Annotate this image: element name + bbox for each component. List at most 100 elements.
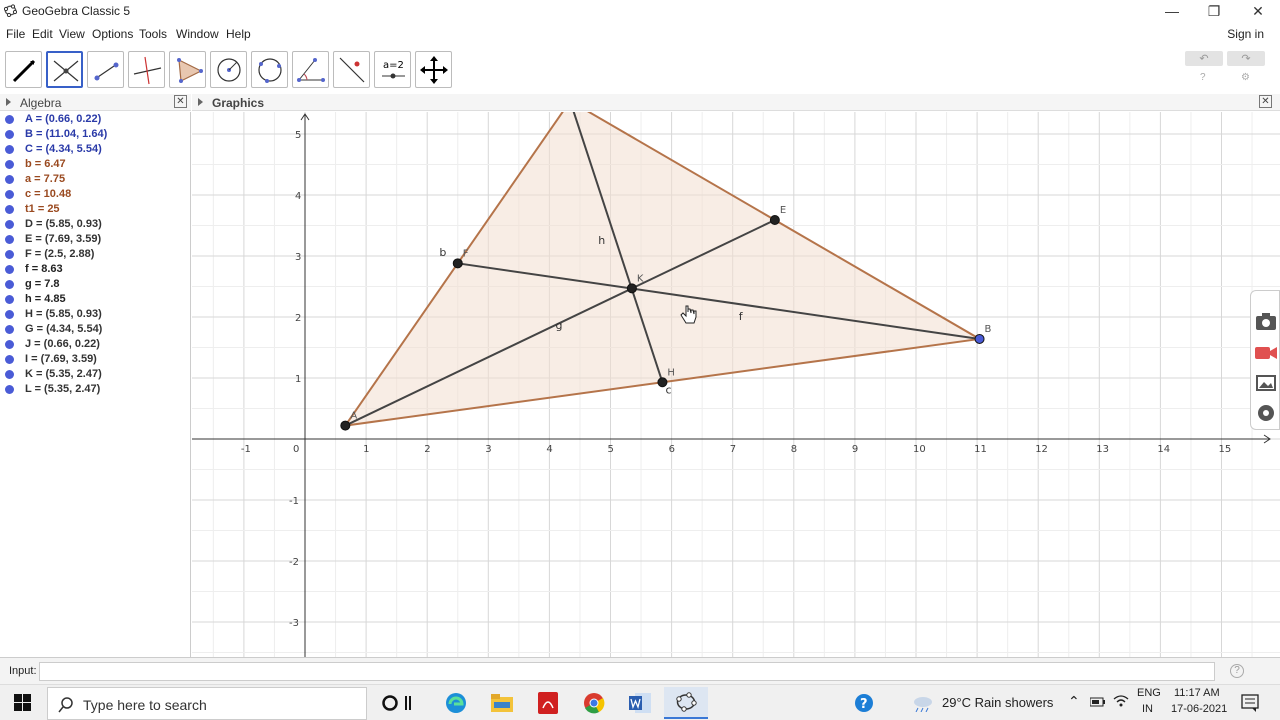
algebra-row[interactable]: J = (0.66, 0.22) — [0, 337, 190, 352]
clock-time[interactable]: 11:17 AM — [1174, 687, 1220, 699]
algebra-row[interactable]: G = (4.34, 5.54) — [0, 322, 190, 337]
algebra-row[interactable]: t1 = 25 — [0, 202, 190, 217]
menu-edit[interactable]: Edit — [32, 27, 53, 41]
algebra-row[interactable]: h = 4.85 — [0, 292, 190, 307]
graphics-panel-header[interactable]: Graphics ✕ — [192, 94, 1280, 111]
input-field[interactable] — [39, 662, 1215, 681]
expand-arrow-icon[interactable] — [6, 98, 11, 106]
visibility-toggle-icon[interactable] — [5, 265, 14, 274]
point-B[interactable] — [974, 333, 985, 344]
video-icon[interactable] — [1254, 341, 1278, 365]
geogebra-taskbar-icon[interactable] — [664, 687, 708, 719]
graphics-canvas[interactable]: -1 0 1 2 3 4 5 6 7 8 9 10 11 12 13 14 15-3-2-112345gfhbc… — [192, 112, 1280, 657]
algebra-row[interactable]: D = (5.85, 0.93) — [0, 217, 190, 232]
algebra-row[interactable]: L = (5.35, 2.47) — [0, 382, 190, 397]
visibility-toggle-icon[interactable] — [5, 355, 14, 364]
language-indicator[interactable]: ENG — [1137, 687, 1161, 699]
point-A[interactable] — [340, 420, 351, 431]
visibility-toggle-icon[interactable] — [5, 325, 14, 334]
close-algebra-button[interactable]: ✕ — [174, 95, 187, 108]
close-graphics-button[interactable]: ✕ — [1259, 95, 1272, 108]
algebra-row[interactable]: g = 7.8 — [0, 277, 190, 292]
menu-file[interactable]: File — [6, 27, 25, 41]
point-D[interactable] — [657, 377, 668, 388]
windows-start-icon[interactable] — [14, 694, 31, 711]
reflect-tool-button[interactable] — [333, 51, 370, 88]
point-F[interactable] — [452, 258, 463, 269]
visibility-toggle-icon[interactable] — [5, 340, 14, 349]
weather-text[interactable]: 29°C Rain showers — [942, 695, 1053, 710]
algebra-row[interactable]: C = (4.34, 5.54) — [0, 142, 190, 157]
visibility-toggle-icon[interactable] — [5, 235, 14, 244]
point-K[interactable] — [626, 283, 637, 294]
visibility-toggle-icon[interactable] — [5, 295, 14, 304]
input-help-icon[interactable]: ? — [1230, 664, 1244, 678]
visibility-toggle-icon[interactable] — [5, 130, 14, 139]
algebra-row[interactable]: a = 7.75 — [0, 172, 190, 187]
algebra-panel-header[interactable]: Algebra ✕ — [0, 94, 191, 111]
algebra-row[interactable]: B = (11.04, 1.64) — [0, 127, 190, 142]
taskbar-search-box[interactable]: Type here to search — [47, 687, 367, 720]
battery-icon[interactable] — [1090, 697, 1106, 707]
visibility-toggle-icon[interactable] — [5, 385, 14, 394]
algebra-row[interactable]: A = (0.66, 0.22) — [0, 112, 190, 127]
graphics-view[interactable]: -1 0 1 2 3 4 5 6 7 8 9 10 11 12 13 14 15 -3 -2 -1 1 2 3 4 5 g f h b c… — [192, 112, 1280, 657]
visibility-toggle-icon[interactable] — [5, 145, 14, 154]
acrobat-icon[interactable] — [526, 687, 570, 719]
visibility-toggle-icon[interactable] — [5, 175, 14, 184]
minimize-button[interactable]: — — [1150, 0, 1194, 22]
algebra-row[interactable]: F = (2.5, 2.88) — [0, 247, 190, 262]
undo-button[interactable]: ↶ — [1185, 51, 1223, 66]
visibility-toggle-icon[interactable] — [5, 250, 14, 259]
clock-date[interactable]: 17-06-2021 — [1171, 703, 1227, 715]
camera-icon[interactable] — [1254, 309, 1278, 333]
conic-tool-button[interactable] — [251, 51, 288, 88]
visibility-toggle-icon[interactable] — [5, 190, 14, 199]
algebra-row[interactable]: b = 6.47 — [0, 157, 190, 172]
line-tool-button[interactable] — [87, 51, 124, 88]
region-indicator[interactable]: IN — [1142, 703, 1153, 715]
visibility-toggle-icon[interactable] — [5, 115, 14, 124]
chrome-icon[interactable] — [572, 687, 616, 719]
polygon-tool-button[interactable] — [169, 51, 206, 88]
wifi-icon[interactable] — [1113, 694, 1129, 708]
task-view-icon[interactable] — [398, 687, 418, 719]
algebra-row[interactable]: f = 8.63 — [0, 262, 190, 277]
help-icon[interactable]: ? — [1200, 72, 1206, 83]
file-explorer-icon[interactable] — [480, 687, 524, 719]
visibility-toggle-icon[interactable] — [5, 280, 14, 289]
circle-tool-button[interactable] — [210, 51, 247, 88]
expand-arrow-icon[interactable] — [198, 98, 203, 106]
menu-view[interactable]: View — [59, 27, 85, 41]
algebra-row[interactable]: E = (7.69, 3.59) — [0, 232, 190, 247]
gallery-icon[interactable] — [1254, 371, 1278, 395]
visibility-toggle-icon[interactable] — [5, 220, 14, 229]
tray-chevron-up-icon[interactable]: ⌃ — [1068, 693, 1080, 710]
algebra-row[interactable]: c = 10.48 — [0, 187, 190, 202]
point-E[interactable] — [769, 215, 780, 226]
sign-in-link[interactable]: Sign in — [1227, 27, 1264, 41]
menu-options[interactable]: Options — [92, 27, 133, 41]
edge-browser-icon[interactable] — [434, 687, 478, 719]
restore-button[interactable]: ❐ — [1192, 0, 1236, 22]
visibility-toggle-icon[interactable] — [5, 310, 14, 319]
visibility-toggle-icon[interactable] — [5, 160, 14, 169]
settings-gear-icon[interactable]: ⚙ — [1241, 72, 1250, 83]
redo-button[interactable]: ↷ — [1227, 51, 1265, 66]
angle-tool-button[interactable] — [292, 51, 329, 88]
word-icon[interactable] — [618, 687, 662, 719]
perpendicular-tool-button[interactable] — [128, 51, 165, 88]
visibility-toggle-icon[interactable] — [5, 370, 14, 379]
move-tool-button[interactable] — [5, 51, 42, 88]
menu-help[interactable]: Help — [226, 27, 251, 41]
close-window-button[interactable]: ✕ — [1236, 0, 1280, 22]
notification-icon[interactable] — [1241, 694, 1259, 712]
point-tool-button[interactable] — [46, 51, 83, 88]
move-graphics-tool-button[interactable] — [415, 51, 452, 88]
settings-icon[interactable] — [1254, 401, 1278, 425]
menu-window[interactable]: Window — [176, 27, 219, 41]
algebra-row[interactable]: H = (5.85, 0.93) — [0, 307, 190, 322]
visibility-toggle-icon[interactable] — [5, 205, 14, 214]
slider-tool-button[interactable]: a=2 — [374, 51, 411, 88]
algebra-row[interactable]: I = (7.69, 3.59) — [0, 352, 190, 367]
